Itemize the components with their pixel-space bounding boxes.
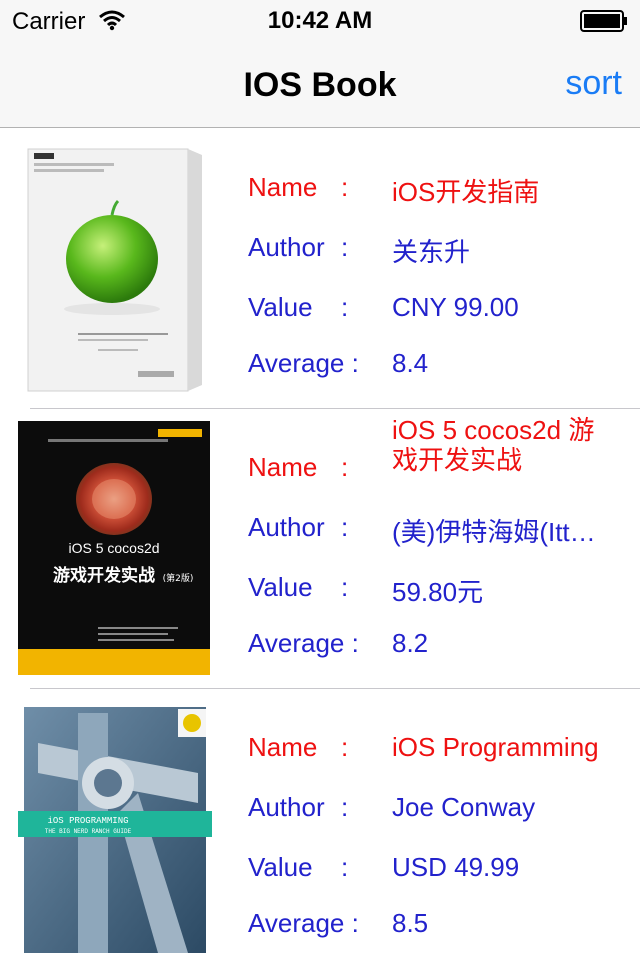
book-cover-image (18, 145, 208, 395)
book-author: Joe Conway (392, 792, 536, 822)
navigation-bar: IOS Book sort (0, 40, 640, 128)
book-price: 59.80元 (392, 577, 484, 607)
value-label: Value (248, 572, 313, 602)
book-list: Name : iOS开发指南 Author : 关东升 Value : CNY … (0, 129, 640, 960)
book-average: 8.5 (392, 908, 429, 938)
status-bar: Carrier 10:42 AM (0, 0, 640, 40)
value-label: Value (248, 852, 313, 882)
colon-separator: : (341, 512, 349, 542)
average-label: Average : (248, 908, 359, 938)
author-label: Author (248, 512, 325, 542)
author-label: Author (248, 792, 325, 822)
cover-subtitle: 游戏开发实战 (53, 565, 155, 586)
colon-separator: : (341, 292, 349, 322)
colon-separator: : (341, 572, 349, 602)
colon-separator: : (341, 852, 349, 882)
book-name: iOS开发指南 (392, 177, 540, 207)
book-row[interactable]: Name : iOS开发指南 Author : 关东升 Value : CNY … (0, 129, 640, 409)
book-row[interactable]: iOS 5 cocos2d 游戏开发实战 (第2版) Name : iOS 5 … (0, 409, 640, 689)
book-cover-image: iOS 5 cocos2d 游戏开发实战 (第2版) (18, 421, 210, 675)
book-price: CNY 99.00 (392, 292, 519, 322)
average-label: Average : (248, 348, 359, 378)
cover-title: iOS 5 cocos2d (68, 540, 159, 556)
book-row[interactable]: iOS PROGRAMMING THE BIG NERD RANCH GUIDE… (0, 689, 640, 960)
page-title: IOS Book (243, 66, 397, 104)
book-author: (美)伊特海姆(Itt… (392, 517, 596, 547)
book-cover-image: iOS PROGRAMMING THE BIG NERD RANCH GUIDE (18, 703, 212, 955)
book-average: 8.4 (392, 348, 429, 378)
name-label: Name (248, 172, 318, 202)
author-label: Author (248, 232, 325, 262)
colon-separator: : (341, 732, 349, 762)
colon-separator: : (341, 172, 349, 202)
battery-icon (580, 10, 627, 32)
average-label: Average : (248, 628, 359, 658)
sort-button[interactable]: sort (565, 64, 622, 103)
colon-separator: : (341, 232, 349, 262)
status-time: 10:42 AM (267, 7, 373, 34)
cover-subtitle: THE BIG NERD RANCH GUIDE (45, 828, 132, 835)
colon-separator: : (341, 452, 349, 482)
book-average: 8.2 (392, 628, 429, 658)
book-author: 关东升 (392, 237, 471, 267)
colon-separator: : (341, 792, 349, 822)
name-label: Name (248, 732, 318, 762)
book-name: iOS 5 cocos2d 游戏开发实战 (392, 415, 595, 475)
cover-title: iOS PROGRAMMING (47, 816, 128, 826)
cover-edition: (第2版) (163, 572, 194, 584)
book-name: iOS Programming (392, 732, 599, 762)
value-label: Value (248, 292, 313, 322)
book-price: USD 49.99 (392, 852, 520, 882)
name-label: Name (248, 452, 318, 482)
